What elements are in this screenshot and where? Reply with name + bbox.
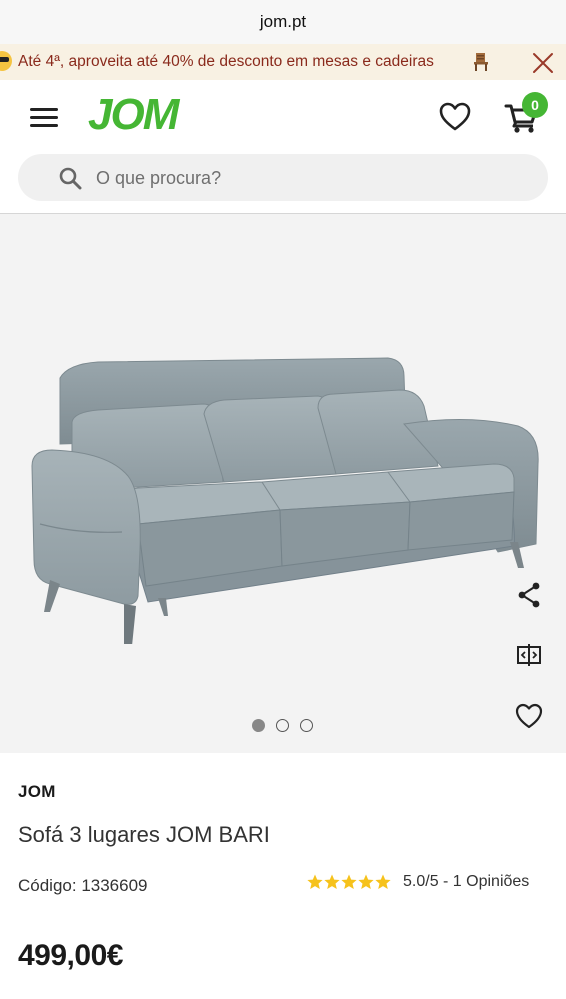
product-gallery[interactable] bbox=[0, 214, 566, 753]
gallery-dots bbox=[252, 719, 313, 732]
url-text: jom.pt bbox=[259, 12, 307, 31]
star-icon bbox=[341, 874, 357, 889]
product-title: Sofá 3 lugares JOM BARI bbox=[18, 822, 270, 847]
promo-banner[interactable]: Até 4ª, aproveita até 40% de desconto em… bbox=[0, 44, 566, 80]
search-input[interactable] bbox=[96, 163, 516, 193]
cart-count-badge: 0 bbox=[522, 92, 548, 118]
gallery-dot-1[interactable] bbox=[252, 719, 265, 732]
star-icon bbox=[324, 874, 340, 889]
site-header: JOM bbox=[0, 80, 566, 154]
star-icon bbox=[375, 874, 391, 889]
promo-text: Até 4ª, aproveita até 40% de desconto em… bbox=[18, 53, 434, 70]
compare-icon[interactable] bbox=[513, 639, 545, 671]
product-price: 499,00€ bbox=[18, 939, 123, 972]
gallery-dot-3[interactable] bbox=[300, 719, 313, 732]
rating-text: 5.0/5 - 1 Opiniões bbox=[403, 873, 530, 890]
address-bar[interactable]: jom.pt bbox=[0, 0, 566, 44]
share-icon[interactable] bbox=[513, 579, 545, 611]
rating-stars bbox=[307, 874, 391, 890]
search-bar[interactable] bbox=[18, 154, 548, 201]
sofa-image bbox=[31, 357, 539, 644]
chair-icon bbox=[474, 53, 488, 71]
product-brand[interactable]: JOM bbox=[18, 782, 56, 802]
close-icon[interactable] bbox=[530, 50, 556, 76]
menu-icon[interactable] bbox=[28, 104, 62, 130]
search-icon bbox=[59, 167, 82, 190]
gallery-dot-2[interactable] bbox=[276, 719, 289, 732]
star-icon bbox=[307, 874, 323, 889]
sunglasses-face-icon bbox=[0, 51, 12, 71]
product-rating[interactable]: 5.0/5 - 1 Opiniões bbox=[307, 873, 529, 891]
site-logo[interactable]: JOM bbox=[88, 90, 179, 140]
wishlist-heart-icon[interactable] bbox=[438, 100, 472, 134]
heart-icon[interactable] bbox=[513, 700, 545, 732]
star-icon bbox=[358, 874, 374, 889]
product-code: Código: 1336609 bbox=[18, 876, 148, 895]
